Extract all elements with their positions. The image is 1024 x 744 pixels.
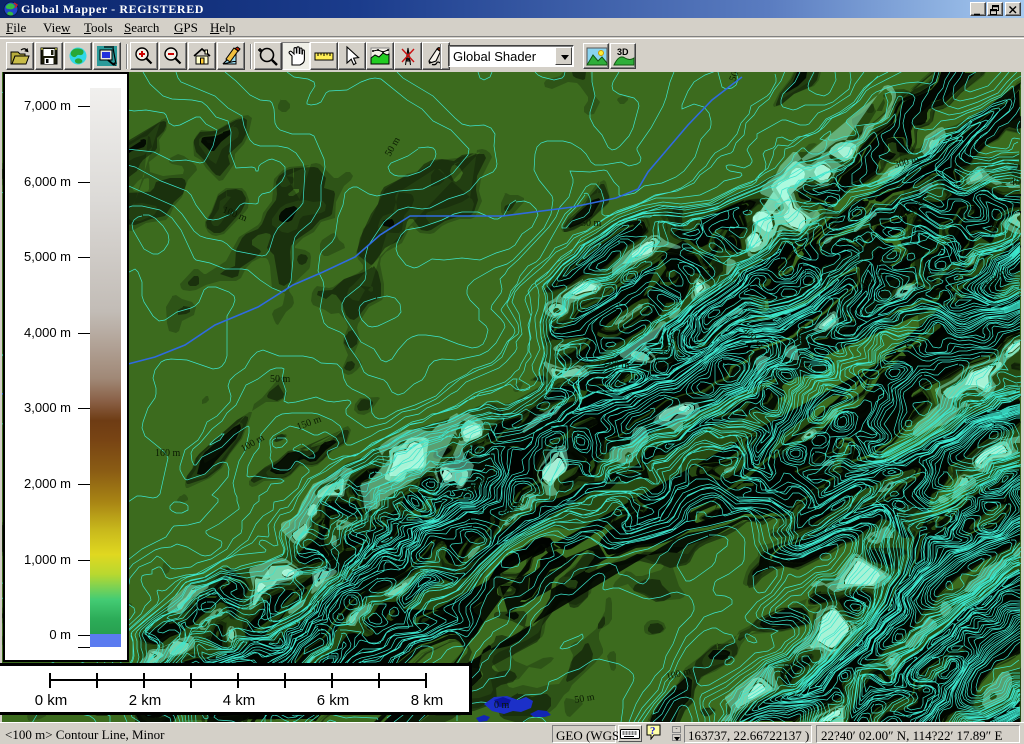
svg-text:50 m: 50 m <box>270 374 291 385</box>
svg-text:100 m: 100 m <box>795 324 808 350</box>
svg-text:500 m: 500 m <box>604 360 630 371</box>
svg-text:400: 400 <box>1010 177 1021 188</box>
svg-text:160 m: 160 m <box>155 448 181 459</box>
svg-text:0 m: 0 m <box>494 700 510 711</box>
svg-text:?: ? <box>650 725 656 737</box>
svg-text:50 m: 50 m <box>581 218 602 229</box>
svg-text:3D: 3D <box>617 47 629 57</box>
